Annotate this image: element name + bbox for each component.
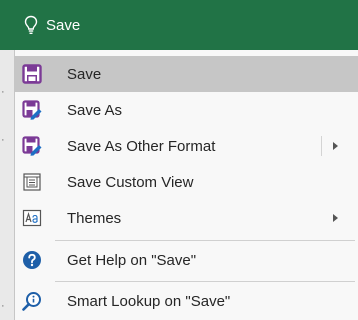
submenu-arrow-icon[interactable] xyxy=(333,142,338,150)
menu-item-themes[interactable]: Themes xyxy=(15,200,358,236)
save-as-icon xyxy=(21,99,43,121)
themes-icon xyxy=(21,207,43,229)
custom-view-icon xyxy=(21,171,43,193)
menu-separator xyxy=(55,240,355,241)
menu-item-save[interactable]: Save xyxy=(15,56,358,92)
search-results-menu: Save Save As Save As Other Format Save C… xyxy=(14,50,358,320)
lightbulb-icon xyxy=(24,15,38,34)
menu-item-get-help[interactable]: Get Help on "Save" xyxy=(15,242,358,278)
menu-separator xyxy=(55,281,355,282)
menu-item-label: Themes xyxy=(67,209,122,227)
submenu-arrow-icon[interactable] xyxy=(333,214,338,222)
menu-item-label: Save Custom View xyxy=(67,173,194,191)
sheet-edge-mark: · xyxy=(1,86,5,98)
tell-me-search-bar[interactable]: Save xyxy=(0,0,358,50)
menu-item-label: Smart Lookup on "Save" xyxy=(67,292,231,310)
menu-item-smart-lookup[interactable]: Smart Lookup on "Save" xyxy=(15,283,358,319)
menu-item-label: Get Help on "Save" xyxy=(67,251,197,269)
save-as-other-format-icon xyxy=(21,135,43,157)
background-sheet-edge: · · · xyxy=(0,50,14,320)
help-icon xyxy=(21,249,43,271)
menu-item-label: Save xyxy=(67,65,102,83)
sheet-edge-mark: · xyxy=(1,134,5,146)
menu-item-save-as-other-format[interactable]: Save As Other Format xyxy=(15,128,358,164)
menu-item-label: Save As xyxy=(67,101,123,119)
smart-lookup-icon xyxy=(21,290,43,312)
save-icon xyxy=(21,63,43,85)
submenu-divider xyxy=(321,136,322,156)
menu-item-save-as[interactable]: Save As xyxy=(15,92,358,128)
menu-item-label: Save As Other Format xyxy=(67,137,216,155)
sheet-edge-mark: · xyxy=(1,300,5,312)
search-query-text[interactable]: Save xyxy=(46,17,80,34)
menu-item-save-custom-view[interactable]: Save Custom View xyxy=(15,164,358,200)
